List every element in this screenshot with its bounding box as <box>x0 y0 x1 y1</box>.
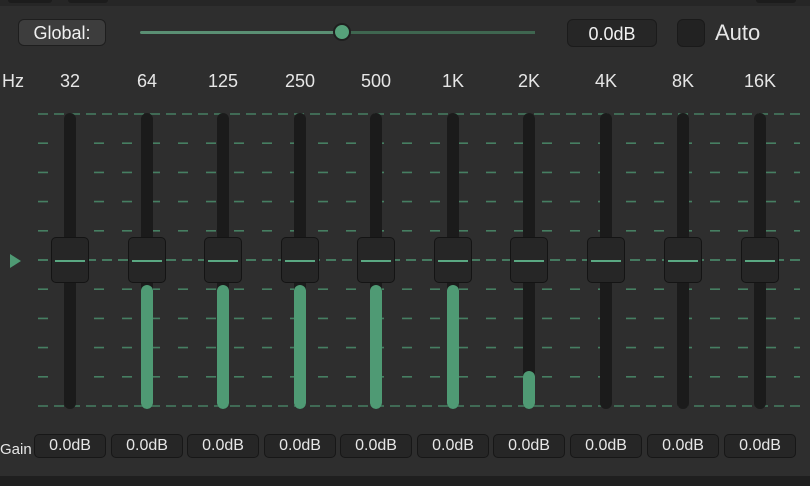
band-thumb-line <box>132 260 162 262</box>
band-gain-value[interactable]: 0.0dB <box>724 434 796 458</box>
band-slider-fill <box>370 285 382 409</box>
band-thumb-line <box>438 260 468 262</box>
band-slider-fill <box>447 285 459 409</box>
band-slider-thumb[interactable] <box>51 237 89 283</box>
band-thumb-line <box>55 260 85 262</box>
band-slider-fill <box>141 285 153 409</box>
auto-checkbox[interactable] <box>677 19 705 47</box>
top-strip <box>0 0 810 6</box>
band-gain-value[interactable]: 0.0dB <box>187 434 259 458</box>
global-slider-thumb[interactable] <box>332 23 351 41</box>
zero-db-marker-icon <box>10 254 21 268</box>
freq-label: 2K <box>517 71 541 91</box>
global-slider-rest <box>336 31 535 34</box>
band-slider-thumb[interactable] <box>434 237 472 283</box>
freq-label: 500 <box>360 71 392 91</box>
band-slider-thumb[interactable] <box>664 237 702 283</box>
band-slider-thumb[interactable] <box>281 237 319 283</box>
band-thumb-line <box>285 260 315 262</box>
gain-axis-label: Gain <box>0 441 32 458</box>
bottom-strip <box>0 476 810 486</box>
global-button[interactable]: Global: <box>18 19 106 46</box>
band-slider-thumb[interactable] <box>741 237 779 283</box>
freq-label: 8K <box>671 71 695 91</box>
freq-label: 4K <box>594 71 618 91</box>
freq-label: 16K <box>743 71 777 91</box>
band-slider-thumb[interactable] <box>587 237 625 283</box>
band-gain-value[interactable]: 0.0dB <box>34 434 106 458</box>
band-gain-value[interactable]: 0.0dB <box>417 434 489 458</box>
band-slider-thumb[interactable] <box>204 237 242 283</box>
band-slider-thumb[interactable] <box>510 237 548 283</box>
top-tab-edge <box>756 0 796 3</box>
hz-axis-label: Hz <box>2 71 24 91</box>
band-slider-fill <box>523 371 535 409</box>
band-thumb-line <box>668 260 698 262</box>
band-thumb-line <box>745 260 775 262</box>
band-gain-value[interactable]: 0.0dB <box>493 434 565 458</box>
freq-label: 32 <box>59 71 81 91</box>
auto-label: Auto <box>715 20 761 45</box>
band-gain-value[interactable]: 0.0dB <box>340 434 412 458</box>
band-thumb-line <box>208 260 238 262</box>
freq-label: 1K <box>441 71 465 91</box>
band-gain-value[interactable]: 0.0dB <box>111 434 183 458</box>
band-slider-thumb[interactable] <box>128 237 166 283</box>
band-slider-thumb[interactable] <box>357 237 395 283</box>
band-gain-value[interactable]: 0.0dB <box>264 434 336 458</box>
band-thumb-line <box>591 260 621 262</box>
top-tab-edge <box>8 0 52 3</box>
band-thumb-line <box>361 260 391 262</box>
freq-label: 250 <box>284 71 316 91</box>
top-tab-edge <box>68 0 108 3</box>
band-gain-value[interactable]: 0.0dB <box>647 434 719 458</box>
band-thumb-line <box>514 260 544 262</box>
band-slider-fill <box>217 285 229 409</box>
band-gain-value[interactable]: 0.0dB <box>570 434 642 458</box>
freq-label: 64 <box>136 71 158 91</box>
global-gain-value[interactable]: 0.0dB <box>567 19 657 47</box>
freq-label: 125 <box>207 71 239 91</box>
band-slider-fill <box>294 285 306 409</box>
